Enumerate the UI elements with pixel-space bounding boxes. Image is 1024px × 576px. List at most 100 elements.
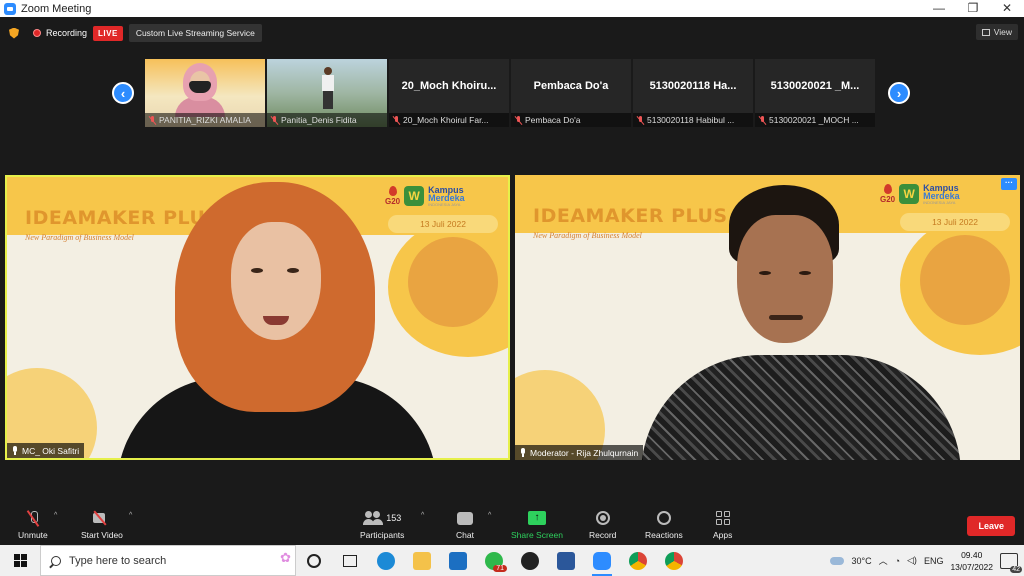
meeting-controls-toolbar: Unmute ^ Start Video ^ 153 Participants … [0, 505, 1024, 545]
microphone-muted-icon [28, 510, 38, 526]
previous-page-button[interactable]: ‹ [112, 82, 134, 104]
tray-overflow-icon[interactable]: ︿ [879, 554, 888, 567]
speaker-name: MC_ Oki Safitri [22, 445, 80, 456]
chrome-profile-app[interactable] [656, 545, 692, 576]
search-icon [51, 555, 61, 566]
participants-button[interactable]: 153 Participants [360, 508, 404, 540]
start-video-button[interactable]: Start Video [81, 508, 123, 540]
folder-icon [413, 551, 431, 570]
edge-app[interactable] [368, 545, 404, 576]
leave-button[interactable]: Leave [967, 516, 1015, 536]
unmute-label: Unmute [18, 530, 48, 540]
volume-icon[interactable]: ◁) [907, 555, 917, 566]
live-stream-service-dropdown[interactable]: Custom Live Streaming Service [128, 24, 262, 42]
speaker-video-tile[interactable]: IDEAMAKER PLUS New Paradigm of Business … [5, 175, 510, 460]
zoom-logo-icon [4, 2, 16, 15]
view-grid-icon [981, 28, 990, 36]
muted-mic-icon [271, 115, 278, 125]
recording-label[interactable]: Recording [46, 28, 87, 38]
start-button[interactable] [0, 545, 40, 576]
mail-app[interactable] [440, 545, 476, 576]
windows-taskbar: Type here to search ✿ 71 30°C ︿ ◔ ◁) ENG… [0, 545, 1024, 576]
participant-video [175, 63, 225, 117]
kampus-merdeka-logo: Kampus Merdeka INDONESIA JAYA [428, 184, 465, 207]
cortana-button[interactable] [296, 545, 332, 576]
whatsapp-app[interactable]: 71 [476, 545, 512, 576]
record-label: Record [589, 530, 617, 540]
taskbar-search-box[interactable]: Type here to search ✿ [40, 545, 296, 576]
chat-options-caret[interactable]: ^ [488, 512, 491, 519]
notifications-icon[interactable]: 42 [1000, 552, 1022, 573]
apps-icon [715, 511, 730, 525]
apps-label: Apps [713, 530, 733, 540]
video-options-caret[interactable]: ^ [129, 512, 132, 519]
participant-thumbnail-strip: PANITIA_RIZKI AMALIA Panitia_Denis Fidit… [145, 59, 875, 127]
share-screen-label: Share Screen [511, 530, 563, 540]
media-app[interactable] [512, 545, 548, 576]
participant-thumbnail[interactable]: PANITIA_RIZKI AMALIA [145, 59, 265, 127]
next-page-button[interactable]: › [888, 82, 910, 104]
taskbar-clock[interactable]: 09.40 13/07/2022 [950, 549, 993, 573]
record-button[interactable]: Record [589, 508, 616, 540]
window-title: Zoom Meeting [21, 2, 92, 15]
minimize-button[interactable]: — [922, 0, 956, 17]
muted-mic-icon [759, 115, 766, 125]
file-explorer-app[interactable] [404, 545, 440, 576]
reactions-label: Reactions [645, 530, 683, 540]
word-app[interactable] [548, 545, 584, 576]
participant-name: Panitia_Denis Fidita [281, 115, 357, 125]
speaker-video-tile[interactable]: IDEAMAKER PLUS New Paradigm of Business … [515, 175, 1020, 460]
chat-label: Chat [456, 530, 474, 540]
university-logo [404, 186, 425, 206]
search-highlight-icon: ✿ [280, 550, 291, 565]
audio-options-caret[interactable]: ^ [54, 512, 57, 519]
zoom-icon [593, 551, 611, 570]
participant-thumbnail[interactable]: 20_Moch Khoiru... 20_Moch Khoirul Far... [389, 59, 509, 127]
share-screen-button[interactable]: ↑ Share Screen [511, 508, 563, 540]
chrome-icon [665, 551, 683, 570]
temperature[interactable]: 30°C [851, 556, 871, 566]
chrome-app[interactable] [620, 545, 656, 576]
participant-thumbnail[interactable]: 5130020118 Ha... 5130020118 Habibul ... [633, 59, 753, 127]
view-button[interactable]: View [975, 24, 1018, 40]
muted-mic-icon [515, 115, 522, 125]
system-tray: 30°C ︿ ◔ ◁) ENG 09.40 13/07/2022 42 [830, 545, 1024, 576]
chrome-icon [629, 551, 647, 570]
security-shield-icon[interactable] [9, 27, 19, 39]
tile-more-options-button[interactable]: ··· [1001, 178, 1017, 190]
participant-display-name: 20_Moch Khoiru... [401, 80, 497, 92]
speaker-video [117, 182, 437, 458]
participant-thumbnail[interactable]: 5130020021 _M... 5130020021 _MOCH ... [755, 59, 875, 127]
network-icon[interactable]: ◔ [895, 556, 900, 566]
record-icon [595, 511, 610, 525]
participant-name: 20_Moch Khoirul Far... [403, 115, 489, 125]
zoom-app[interactable] [584, 545, 620, 576]
mic-icon [12, 446, 18, 455]
slide-subtitle: New Paradigm of Business Model [25, 233, 134, 242]
apps-button[interactable]: Apps [713, 508, 732, 540]
notification-count: 42 [1010, 565, 1022, 573]
task-view-button[interactable] [332, 545, 368, 576]
speaker-name: Moderator - Rija Zhulqurnain [530, 447, 639, 458]
mail-icon [449, 551, 467, 570]
unmute-button[interactable]: Unmute [18, 508, 48, 540]
participant-thumbnail[interactable]: Pembaca Do'a Pembaca Do'a [511, 59, 631, 127]
participant-display-name: Pembaca Do'a [533, 80, 609, 92]
window-controls: — ❐ ✕ [922, 0, 1024, 17]
participants-label: Participants [360, 530, 405, 540]
meeting-topbar: Recording LIVE Custom Live Streaming Ser… [0, 17, 1024, 49]
clock-date: 13/07/2022 [950, 561, 993, 572]
chat-button[interactable]: Chat [456, 508, 474, 540]
participant-name: 5130020118 Habibul ... [647, 115, 735, 125]
language-indicator[interactable]: ENG [924, 556, 944, 566]
participant-count: 153 [386, 513, 402, 523]
word-icon [557, 551, 575, 570]
participants-options-caret[interactable]: ^ [421, 512, 424, 519]
restore-button[interactable]: ❐ [956, 0, 990, 17]
participant-name: 5130020021 _MOCH ... [769, 115, 859, 125]
close-button[interactable]: ✕ [990, 0, 1024, 17]
live-badge[interactable]: LIVE [93, 25, 123, 41]
share-screen-icon: ↑ [527, 511, 546, 525]
participant-thumbnail[interactable]: Panitia_Denis Fidita [267, 59, 387, 127]
reactions-button[interactable]: Reactions [645, 508, 683, 540]
